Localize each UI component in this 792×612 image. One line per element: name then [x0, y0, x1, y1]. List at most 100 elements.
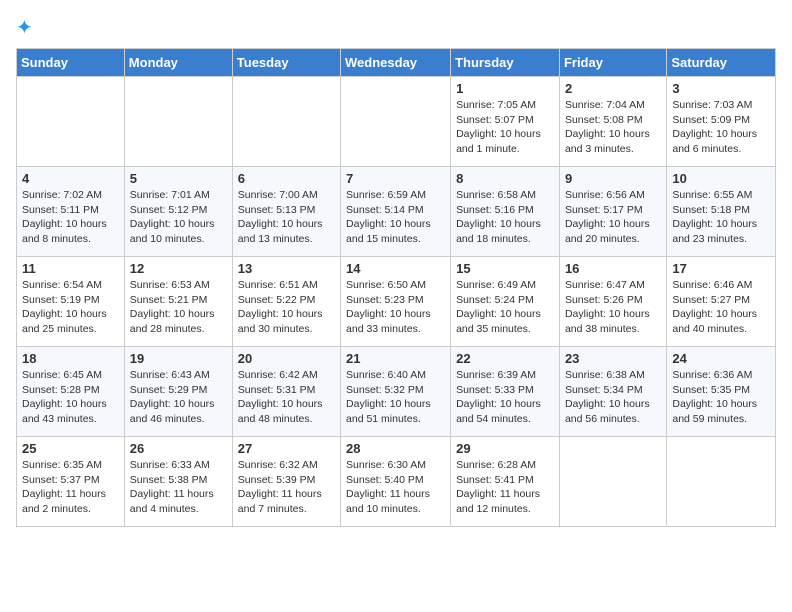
day-info: Sunrise: 6:51 AM Sunset: 5:22 PM Dayligh…: [238, 278, 335, 337]
day-info: Sunrise: 6:43 AM Sunset: 5:29 PM Dayligh…: [130, 368, 227, 427]
header: ✦: [16, 16, 776, 40]
calendar-week-1: 1 Sunrise: 7:05 AM Sunset: 5:07 PM Daylig…: [17, 77, 776, 167]
calendar-cell: 22 Sunrise: 6:39 AM Sunset: 5:33 PM Dayli…: [451, 347, 560, 437]
day-header-wednesday: Wednesday: [341, 49, 451, 77]
day-info: Sunrise: 6:55 AM Sunset: 5:18 PM Dayligh…: [672, 188, 770, 247]
day-number: 8: [456, 171, 554, 186]
day-number: 4: [22, 171, 119, 186]
day-info: Sunrise: 6:33 AM Sunset: 5:38 PM Dayligh…: [130, 458, 227, 517]
day-info: Sunrise: 6:42 AM Sunset: 5:31 PM Dayligh…: [238, 368, 335, 427]
day-number: 24: [672, 351, 770, 366]
calendar-cell: 17 Sunrise: 6:46 AM Sunset: 5:27 PM Dayli…: [667, 257, 776, 347]
calendar-cell: 16 Sunrise: 6:47 AM Sunset: 5:26 PM Dayli…: [559, 257, 666, 347]
day-number: 25: [22, 441, 119, 456]
day-info: Sunrise: 7:05 AM Sunset: 5:07 PM Dayligh…: [456, 98, 554, 157]
day-header-thursday: Thursday: [451, 49, 560, 77]
day-info: Sunrise: 6:53 AM Sunset: 5:21 PM Dayligh…: [130, 278, 227, 337]
day-info: Sunrise: 6:40 AM Sunset: 5:32 PM Dayligh…: [346, 368, 445, 427]
calendar-cell: 27 Sunrise: 6:32 AM Sunset: 5:39 PM Dayli…: [232, 437, 340, 527]
day-header-saturday: Saturday: [667, 49, 776, 77]
day-number: 3: [672, 81, 770, 96]
calendar-cell: [124, 77, 232, 167]
calendar-cell: 7 Sunrise: 6:59 AM Sunset: 5:14 PM Daylig…: [341, 167, 451, 257]
svg-text:✦: ✦: [16, 17, 33, 39]
day-number: 22: [456, 351, 554, 366]
calendar-header-row: SundayMondayTuesdayWednesdayThursdayFrid…: [17, 49, 776, 77]
day-number: 19: [130, 351, 227, 366]
day-info: Sunrise: 6:58 AM Sunset: 5:16 PM Dayligh…: [456, 188, 554, 247]
day-number: 18: [22, 351, 119, 366]
day-number: 9: [565, 171, 661, 186]
calendar-cell: 28 Sunrise: 6:30 AM Sunset: 5:40 PM Dayli…: [341, 437, 451, 527]
calendar-cell: 21 Sunrise: 6:40 AM Sunset: 5:32 PM Dayli…: [341, 347, 451, 437]
calendar-cell: 13Sunrise: 6:51 AM Sunset: 5:22 PM Dayli…: [232, 257, 340, 347]
day-info: Sunrise: 7:00 AM Sunset: 5:13 PM Dayligh…: [238, 188, 335, 247]
day-info: Sunrise: 6:49 AM Sunset: 5:24 PM Dayligh…: [456, 278, 554, 337]
day-number: 14: [346, 261, 445, 276]
day-info: Sunrise: 6:59 AM Sunset: 5:14 PM Dayligh…: [346, 188, 445, 247]
calendar-week-4: 18 Sunrise: 6:45 AM Sunset: 5:28 PM Dayli…: [17, 347, 776, 437]
day-number: 23: [565, 351, 661, 366]
calendar-cell: 5 Sunrise: 7:01 AM Sunset: 5:12 PM Daylig…: [124, 167, 232, 257]
day-number: 10: [672, 171, 770, 186]
day-info: Sunrise: 6:28 AM Sunset: 5:41 PM Dayligh…: [456, 458, 554, 517]
day-number: 21: [346, 351, 445, 366]
day-number: 15: [456, 261, 554, 276]
calendar-cell: 4 Sunrise: 7:02 AM Sunset: 5:11 PM Daylig…: [17, 167, 125, 257]
calendar-cell: 20 Sunrise: 6:42 AM Sunset: 5:31 PM Dayli…: [232, 347, 340, 437]
day-number: 27: [238, 441, 335, 456]
day-number: 5: [130, 171, 227, 186]
calendar-cell: 24 Sunrise: 6:36 AM Sunset: 5:35 PM Dayli…: [667, 347, 776, 437]
day-info: Sunrise: 6:30 AM Sunset: 5:40 PM Dayligh…: [346, 458, 445, 517]
day-header-monday: Monday: [124, 49, 232, 77]
calendar-cell: 10 Sunrise: 6:55 AM Sunset: 5:18 PM Dayli…: [667, 167, 776, 257]
day-info: Sunrise: 6:46 AM Sunset: 5:27 PM Dayligh…: [672, 278, 770, 337]
day-info: Sunrise: 6:35 AM Sunset: 5:37 PM Dayligh…: [22, 458, 119, 517]
calendar-cell: 11Sunrise: 6:54 AM Sunset: 5:19 PM Dayli…: [17, 257, 125, 347]
day-info: Sunrise: 7:04 AM Sunset: 5:08 PM Dayligh…: [565, 98, 661, 157]
calendar-cell: 19 Sunrise: 6:43 AM Sunset: 5:29 PM Dayli…: [124, 347, 232, 437]
day-number: 28: [346, 441, 445, 456]
day-number: 17: [672, 261, 770, 276]
calendar-cell: 18 Sunrise: 6:45 AM Sunset: 5:28 PM Dayli…: [17, 347, 125, 437]
day-info: Sunrise: 7:02 AM Sunset: 5:11 PM Dayligh…: [22, 188, 119, 247]
day-number: 1: [456, 81, 554, 96]
calendar-week-2: 4 Sunrise: 7:02 AM Sunset: 5:11 PM Daylig…: [17, 167, 776, 257]
day-info: Sunrise: 6:32 AM Sunset: 5:39 PM Dayligh…: [238, 458, 335, 517]
logo: ✦: [16, 16, 44, 40]
calendar-cell: 29 Sunrise: 6:28 AM Sunset: 5:41 PM Dayli…: [451, 437, 560, 527]
calendar-cell: 1 Sunrise: 7:05 AM Sunset: 5:07 PM Daylig…: [451, 77, 560, 167]
calendar-cell: [232, 77, 340, 167]
calendar-cell: 26 Sunrise: 6:33 AM Sunset: 5:38 PM Dayli…: [124, 437, 232, 527]
calendar-week-3: 11Sunrise: 6:54 AM Sunset: 5:19 PM Dayli…: [17, 257, 776, 347]
day-info: Sunrise: 6:47 AM Sunset: 5:26 PM Dayligh…: [565, 278, 661, 337]
day-info: Sunrise: 7:03 AM Sunset: 5:09 PM Dayligh…: [672, 98, 770, 157]
calendar-week-5: 25 Sunrise: 6:35 AM Sunset: 5:37 PM Dayli…: [17, 437, 776, 527]
day-info: Sunrise: 6:56 AM Sunset: 5:17 PM Dayligh…: [565, 188, 661, 247]
day-info: Sunrise: 6:39 AM Sunset: 5:33 PM Dayligh…: [456, 368, 554, 427]
day-number: 29: [456, 441, 554, 456]
day-number: 16: [565, 261, 661, 276]
calendar-cell: 23 Sunrise: 6:38 AM Sunset: 5:34 PM Dayli…: [559, 347, 666, 437]
day-number: 26: [130, 441, 227, 456]
day-number: 2: [565, 81, 661, 96]
logo-icon: ✦: [16, 16, 40, 40]
day-header-friday: Friday: [559, 49, 666, 77]
calendar-cell: [341, 77, 451, 167]
day-info: Sunrise: 6:38 AM Sunset: 5:34 PM Dayligh…: [565, 368, 661, 427]
calendar-cell: 12 Sunrise: 6:53 AM Sunset: 5:21 PM Dayli…: [124, 257, 232, 347]
day-info: Sunrise: 6:45 AM Sunset: 5:28 PM Dayligh…: [22, 368, 119, 427]
day-info: Sunrise: 6:50 AM Sunset: 5:23 PM Dayligh…: [346, 278, 445, 337]
page-container: ✦ SundayMondayTuesdayWednesdayThursdayFr…: [0, 0, 792, 535]
day-info: Sunrise: 7:01 AM Sunset: 5:12 PM Dayligh…: [130, 188, 227, 247]
day-number: 7: [346, 171, 445, 186]
calendar-cell: 15 Sunrise: 6:49 AM Sunset: 5:24 PM Dayli…: [451, 257, 560, 347]
calendar-cell: 9 Sunrise: 6:56 AM Sunset: 5:17 PM Daylig…: [559, 167, 666, 257]
day-header-sunday: Sunday: [17, 49, 125, 77]
day-number: 20: [238, 351, 335, 366]
day-info: Sunrise: 6:54 AM Sunset: 5:19 PM Dayligh…: [22, 278, 119, 337]
calendar-cell: 2 Sunrise: 7:04 AM Sunset: 5:08 PM Daylig…: [559, 77, 666, 167]
day-number: 6: [238, 171, 335, 186]
day-number: 12: [130, 261, 227, 276]
day-info: Sunrise: 6:36 AM Sunset: 5:35 PM Dayligh…: [672, 368, 770, 427]
